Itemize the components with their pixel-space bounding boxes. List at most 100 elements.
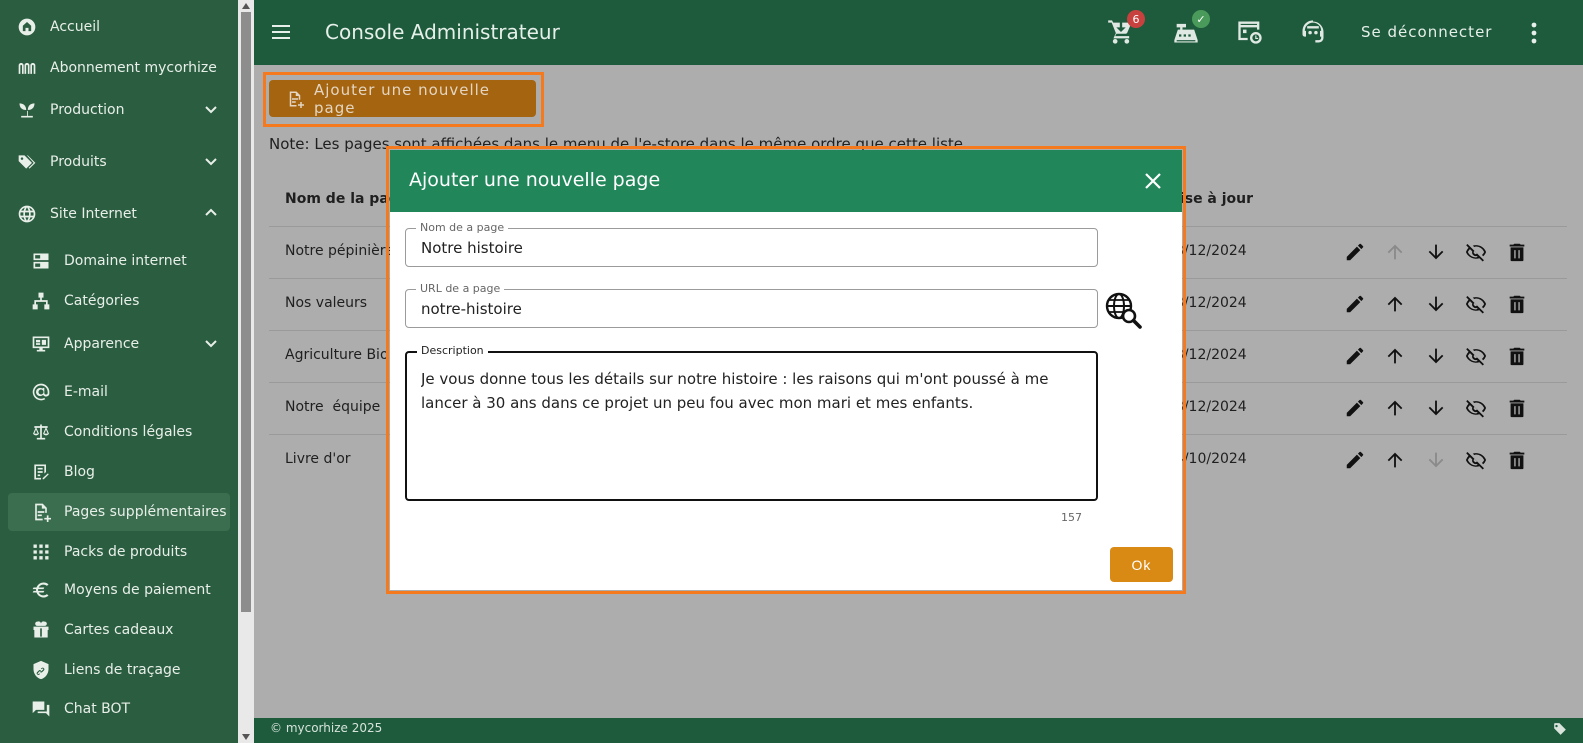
delete-icon[interactable] [1506,293,1530,317]
sidebar-item-site-internet[interactable]: Site Internet [8,195,230,233]
arrow-up-icon [1384,241,1408,265]
sidebar-item-produits[interactable]: Produits [8,143,230,181]
scale-icon [30,421,52,443]
chevron-down-icon [204,154,218,168]
sidebar-scrollbar[interactable] [238,0,254,743]
cart-icon[interactable]: 6 [1107,18,1135,46]
copyright: © mycorhize 2025 [270,721,382,735]
sidebar-item-cartes[interactable]: Cartes cadeaux [8,611,230,649]
dialog-title: Ajouter une nouvelle page [409,169,660,191]
sidebar-item-tracage[interactable]: Liens de traçage [8,651,230,689]
grid-icon [30,541,52,563]
delete-icon[interactable] [1506,449,1530,473]
sidebar-item-production[interactable]: Production [8,91,230,129]
arrow-up-icon[interactable] [1384,345,1408,369]
globe-search-icon[interactable] [1104,291,1142,329]
sidebar-item-label: Conditions légales [64,424,192,440]
sidebar-item-chatbot[interactable]: Chat BOT [8,690,230,728]
ok-button[interactable]: Ok [1110,547,1173,582]
sidebar-item-paiement[interactable]: Moyens de paiement [8,571,230,609]
sidebar-item-domaine[interactable]: Domaine internet [8,242,230,280]
more-vert-icon[interactable] [1524,20,1544,46]
arrow-up-icon[interactable] [1384,397,1408,421]
page-name: Agriculture Bio [285,347,389,363]
topbar: Console Administrateur 6 ✓ Se déconnecte… [254,0,1583,65]
sprout-icon [16,99,38,121]
gift-icon [30,619,52,641]
sidebar-item-abonnement[interactable]: Abonnement mycorhize [8,49,230,87]
sidebar-item-packs[interactable]: Packs de produits [8,533,230,571]
add-page-button[interactable]: Ajouter une nouvelle page [269,80,536,117]
blog-icon [30,461,52,483]
sidebar-item-label: Abonnement mycorhize [50,60,217,76]
page-name-field[interactable]: Nom de a page Notre histoire [405,228,1098,267]
arrow-down-icon[interactable] [1425,241,1449,265]
arrow-down-icon[interactable] [1425,397,1449,421]
page-add-icon [286,90,304,108]
page-url-label: URL de a page [416,282,504,295]
schedule-icon[interactable] [1236,18,1264,46]
menu-icon[interactable] [271,22,291,42]
logout-button[interactable]: Se déconnecter [1361,23,1492,41]
arrow-up-icon[interactable] [1384,449,1408,473]
sidebar-item-label: Pages supplémentaires [64,504,227,520]
arrow-down-icon[interactable] [1425,345,1449,369]
sidebar-item-pages[interactable]: Pages supplémentaires [8,493,230,531]
description-field[interactable]: Description Je vous donne tous les détai… [405,351,1098,501]
page-name-value: Notre histoire [421,239,523,257]
page-add-icon [30,501,52,523]
edit-icon[interactable] [1344,345,1368,369]
chevron-down-icon [204,336,218,350]
sidebar-item-apparence[interactable]: Apparence [8,325,230,363]
page-url-field[interactable]: URL de a page notre-histoire [405,289,1098,328]
visibility-off-icon[interactable] [1465,449,1489,473]
add-page-dialog: Ajouter une nouvelle page Nom de a page … [390,150,1182,590]
sidebar-item-accueil[interactable]: Accueil [8,8,230,46]
monitor-icon [30,333,52,355]
scroll-down-arrow[interactable] [242,734,250,740]
cash-register-icon[interactable]: ✓ [1172,18,1200,46]
sidebar-item-label: Domaine internet [64,253,187,269]
edit-icon[interactable] [1344,449,1368,473]
visibility-off-icon[interactable] [1465,345,1489,369]
sidebar-item-blog[interactable]: Blog [8,453,230,491]
scroll-up-arrow[interactable] [242,3,250,9]
add-page-button-label: Ajouter une nouvelle page [314,81,536,117]
server-icon [30,250,52,272]
delete-icon[interactable] [1506,345,1530,369]
sidebar-item-label: Apparence [64,336,139,352]
arrow-down-icon [1425,449,1449,473]
description-textarea[interactable]: Je vous donne tous les détails sur notre… [421,367,1091,487]
delete-icon[interactable] [1506,397,1530,421]
edit-icon[interactable] [1344,293,1368,317]
page-name: Notre équipe [285,399,380,415]
sidebar-item-label: Chat BOT [64,701,130,717]
close-icon[interactable] [1142,170,1164,192]
arrow-down-icon[interactable] [1425,293,1449,317]
edit-icon[interactable] [1344,397,1368,421]
delete-icon[interactable] [1506,241,1530,265]
check-badge-icon: ✓ [1192,10,1210,28]
arrow-up-icon[interactable] [1384,293,1408,317]
character-counter: 157 [1061,511,1082,524]
support-agent-icon[interactable] [1299,18,1327,46]
sidebar-item-conditions[interactable]: Conditions légales [8,413,230,451]
edit-icon[interactable] [1344,241,1368,265]
sidebar-item-label: Moyens de paiement [64,582,211,598]
footer: © mycorhize 2025 [254,718,1583,743]
visibility-off-icon[interactable] [1465,293,1489,317]
globe-icon [16,203,38,225]
visibility-off-icon[interactable] [1465,241,1489,265]
scrollbar-thumb[interactable] [241,12,251,612]
tags-icon [16,151,38,173]
sidebar-item-email[interactable]: E-mail [8,373,230,411]
home-icon [16,16,38,38]
visibility-off-icon[interactable] [1465,397,1489,421]
page-name: Notre pépinière [285,243,394,259]
mycorhize-logo-icon [16,57,38,79]
cart-badge: 6 [1127,10,1145,28]
sidebar-item-categories[interactable]: Catégories [8,282,230,320]
at-icon [30,381,52,403]
sidebar-item-label: E-mail [64,384,108,400]
sitemap-icon [30,290,52,312]
